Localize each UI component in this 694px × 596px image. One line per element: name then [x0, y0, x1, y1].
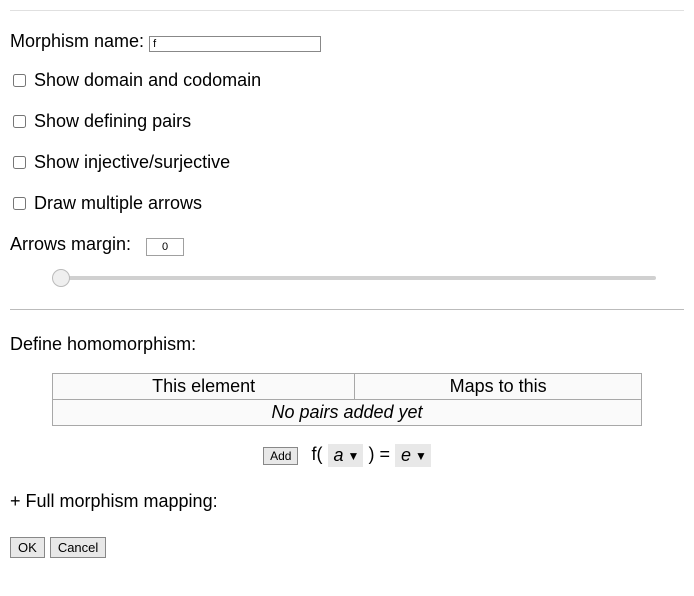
val-selected-value: e	[401, 445, 411, 466]
morphism-name-input[interactable]	[149, 36, 321, 52]
show-injective-surjective-label: Show injective/surjective	[34, 152, 230, 173]
draw-multiple-arrows-label: Draw multiple arrows	[34, 193, 202, 214]
pairs-table: This element Maps to this No pairs added…	[52, 373, 642, 426]
full-mapping-toggle[interactable]: + Full morphism mapping:	[10, 491, 684, 512]
arrows-margin-label: Arrows margin:	[10, 234, 131, 254]
show-domain-codomain-checkbox[interactable]	[13, 74, 26, 87]
show-injective-surjective-checkbox[interactable]	[13, 156, 26, 169]
pairs-col-this-element: This element	[53, 374, 355, 400]
pairs-empty-message: No pairs added yet	[53, 400, 642, 426]
add-pair-button[interactable]: Add	[263, 447, 298, 465]
arg-select[interactable]: a ▼	[328, 444, 364, 467]
chevron-down-icon: ▼	[415, 449, 427, 463]
show-defining-pairs-label: Show defining pairs	[34, 111, 191, 132]
cancel-button[interactable]: Cancel	[50, 537, 106, 558]
arg-selected-value: a	[334, 445, 344, 466]
lparen: (	[317, 444, 323, 464]
divider	[10, 309, 684, 310]
morphism-name-label: Morphism name:	[10, 31, 144, 52]
arrows-margin-slider[interactable]	[52, 276, 656, 280]
val-select[interactable]: e ▼	[395, 444, 431, 467]
chevron-down-icon: ▼	[348, 449, 360, 463]
draw-multiple-arrows-checkbox[interactable]	[13, 197, 26, 210]
pairs-col-maps-to: Maps to this	[355, 374, 642, 400]
ok-button[interactable]: OK	[10, 537, 45, 558]
rparen: )	[368, 444, 374, 464]
equals: =	[379, 444, 390, 464]
arrows-margin-input[interactable]	[146, 238, 184, 256]
define-homomorphism-heading: Define homomorphism:	[10, 334, 684, 355]
show-defining-pairs-checkbox[interactable]	[13, 115, 26, 128]
show-domain-codomain-label: Show domain and codomain	[34, 70, 261, 91]
